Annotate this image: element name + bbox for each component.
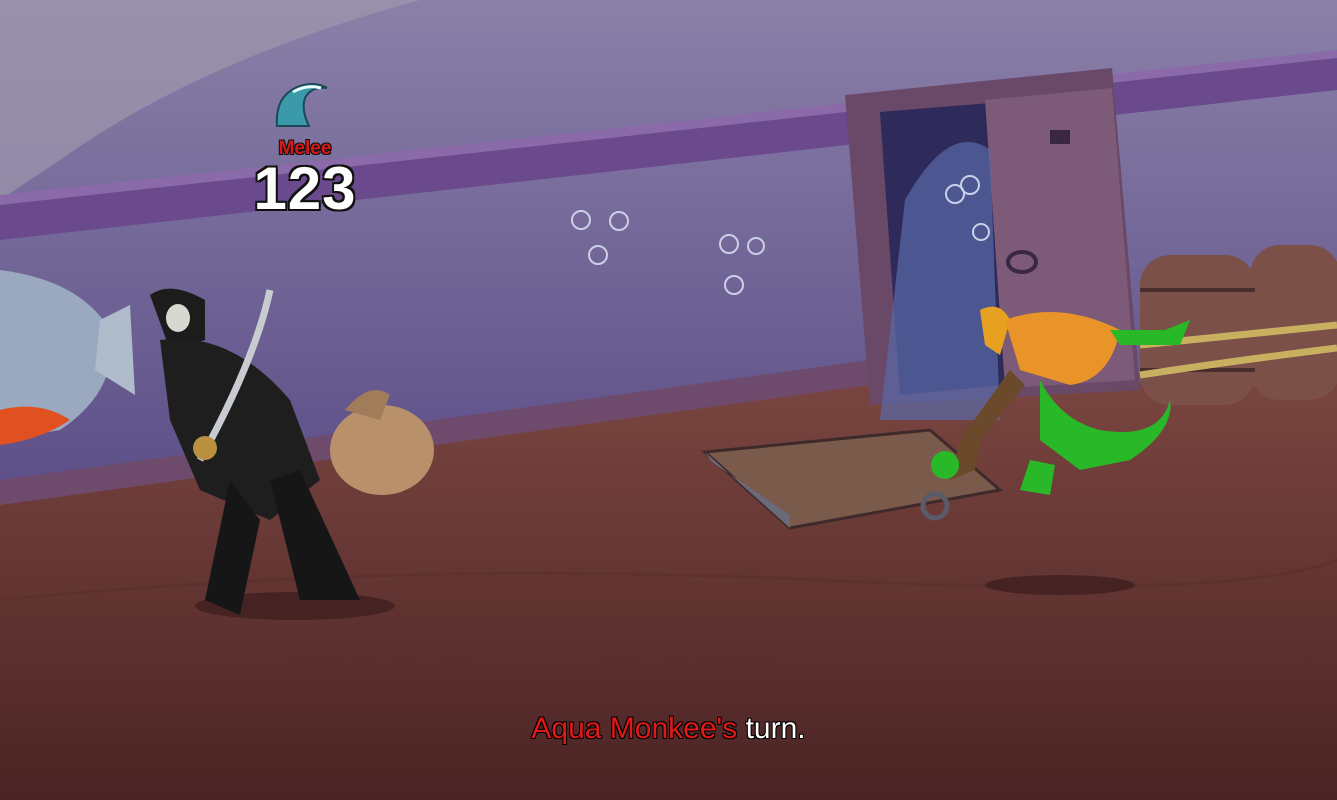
turn-indicator: Aqua Monkee's turn.	[0, 712, 1337, 746]
ship-hold-background	[0, 0, 1337, 800]
water-wave-icon	[275, 83, 328, 127]
turn-actor-name: Aqua Monkee's	[531, 712, 738, 745]
turn-suffix: turn.	[737, 712, 806, 745]
battle-scene: Melee 123 Aqua Monkee's turn.	[0, 0, 1337, 800]
barrels	[1139, 245, 1337, 405]
damage-value: 123	[253, 155, 357, 222]
damage-popup: Melee 123	[245, 80, 365, 222]
